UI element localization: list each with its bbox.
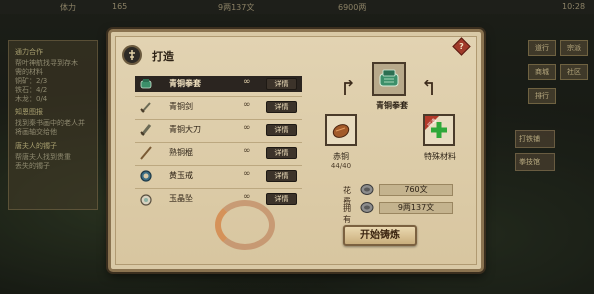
row-divider [135,188,302,189]
detail-button[interactable]: 详情 [266,147,297,159]
ring-icon [140,170,152,182]
detail-button[interactable]: 详情 [266,101,297,113]
menu-daoxing[interactable]: 道行 [528,40,556,56]
gauntlet-icon [140,79,152,89]
quest-text: 木龙：0/4 [15,95,48,103]
clock: 10:28 [562,2,586,11]
detail-button[interactable]: 详情 [266,170,297,182]
recipe-count: ∞ [243,169,251,179]
cost-value: 760文 [379,184,453,196]
material-name: 特殊材料 [424,152,456,161]
target-item-slot[interactable] [372,62,406,96]
material-name-text: 赤铜 [333,152,349,161]
owned-value: 9两137文 [379,202,453,214]
recipe-name: 青铜剑 [169,102,193,111]
row-divider [135,96,302,97]
gold-value: 6900两 [338,3,367,12]
row-divider [135,165,302,166]
recipe-row-bronze-gauntlet[interactable]: 青铜拳套 ∞ 详情 [135,76,302,92]
arrow-up-right-icon [424,80,433,95]
recipe-row-bronze-sword[interactable]: 青铜剑 ∞ 详情 [135,99,302,115]
recipe-row-topaz-ring[interactable]: 黄玉戒 ∞ 详情 [135,168,302,184]
coin-icon [360,202,374,213]
recipe-count: ∞ [243,146,251,156]
money-value: 9两137文 [218,3,255,12]
top-status-bar: 体力 165 9两137文 6900两 10:28 [0,0,594,14]
start-forging-button[interactable]: 开始铸炼 [343,225,417,246]
target-item-name: 青铜拳套 [376,101,408,110]
boxing-hall-button[interactable]: 拳技馆 [515,153,555,171]
staff-icon [140,146,152,160]
material-slot-special[interactable]: 可选 [423,114,455,146]
recipe-name: 熟铜棍 [169,148,193,157]
arrow-up-left-icon [344,80,353,95]
gauntlet-icon [379,69,399,87]
recipe-row-jade-pendant[interactable]: 玉晶坠 ∞ 详情 [135,191,302,207]
menu-shop[interactable]: 商城 [528,64,556,80]
recipe-row-bronze-broadsword[interactable]: 青铜大刀 ∞ 详情 [135,122,302,138]
blacksmith-button[interactable]: 打铁铺 [515,130,555,148]
recipe-row-copper-staff[interactable]: 熟铜棍 ∞ 详情 [135,145,302,161]
copper-ore-icon [332,124,350,138]
menu-community[interactable]: 社区 [560,64,588,80]
recipe-count: ∞ [243,77,251,87]
recipe-name: 青铜拳套 [169,79,201,88]
recipe-name: 玉晶坠 [169,194,193,203]
broadsword-icon [140,124,152,136]
recipe-count: ∞ [243,192,251,202]
recipe-count: ∞ [243,123,251,133]
recipe-list[interactable]: 青铜拳套 ∞ 详情 青铜剑 ∞ 详情 青铜大刀 ∞ 详情 熟铜棍 ∞ 详情 黄玉… [135,72,302,216]
owned-label: 拥有 [343,204,351,224]
quest-tracker[interactable]: 通力合作 帮叶神航找寻到存木 需的材料 铜矿：2/3 铁石：4/2 木龙：0/4… [8,40,98,210]
sword-icon [140,102,151,113]
power-label: 体力 [60,3,76,12]
detail-button[interactable]: 详情 [266,193,297,205]
menu-zongpai[interactable]: 宗派 [560,40,588,56]
recipe-count: ∞ [243,100,251,110]
quest-text: 将画轴交给他 [15,128,57,136]
dialog-title: 打造 [152,50,174,63]
anvil-emblem-icon [122,45,142,65]
quest-text: 丢失的镯子 [15,162,50,170]
quest-title: 通力合作 [15,48,43,56]
material-slot-copper[interactable] [325,114,357,146]
detail-button[interactable]: 详情 [266,78,297,90]
power-value: 165 [112,2,128,11]
quest-title: 知恩图报 [15,108,43,116]
recipe-name: 青铜大刀 [169,125,201,134]
quest-title: 唐夫人的镯子 [15,142,57,150]
menu-ranking[interactable]: 排行 [528,88,556,104]
pendant-icon [140,194,152,206]
material-name: 赤铜 44/40 [320,151,362,170]
recipe-name: 黄玉戒 [169,171,193,180]
help-symbol: ? [459,42,464,51]
row-divider [135,142,302,143]
coin-icon [360,184,374,195]
detail-button[interactable]: 详情 [266,124,297,136]
material-count: 44/40 [330,162,352,170]
row-divider [135,119,302,120]
